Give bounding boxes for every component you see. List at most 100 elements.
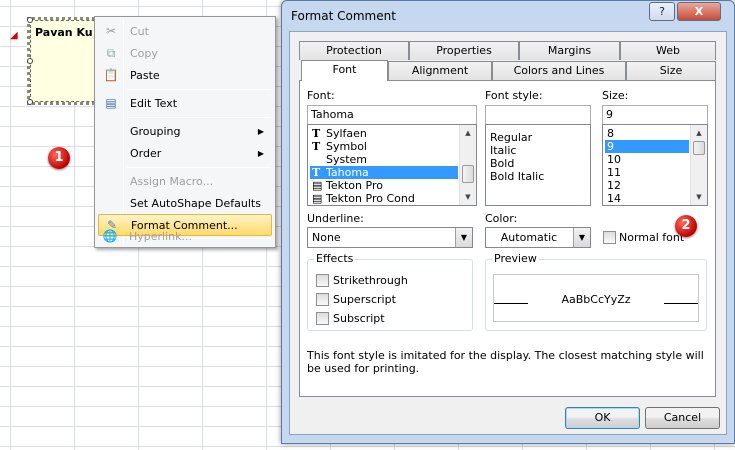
effects-caption: Effects [314, 252, 356, 265]
effects-group: Effects Strikethrough Superscript Subscr… [307, 252, 473, 331]
menu-item-label: Paste [130, 68, 160, 82]
font-list-scrollbar[interactable]: ▲ ▼ [459, 125, 476, 205]
context-menu: ✂ Cut ⧉ Copy 📋 Paste ▤ Edit Text Groupin… [94, 16, 276, 248]
superscript-label: Superscript [333, 293, 396, 306]
resize-handle[interactable] [27, 58, 33, 64]
underline-label: Underline: [307, 212, 364, 225]
submenu-arrow-icon: ▶ [257, 148, 264, 158]
resize-handle[interactable] [27, 99, 33, 105]
printer-font-icon: ▤ [312, 179, 323, 192]
menu-item-label: Set AutoShape Defaults [130, 196, 261, 210]
menu-item-grouping[interactable]: Grouping ▶ [98, 120, 272, 142]
tab-properties[interactable]: Properties [409, 41, 519, 60]
help-button[interactable]: ? [649, 2, 675, 21]
menu-item-paste[interactable]: 📋 Paste [98, 64, 272, 86]
scroll-up-icon[interactable]: ▲ [691, 125, 707, 141]
list-item[interactable]: Bold Italic [488, 170, 588, 183]
menu-item-label: Assign Macro... [130, 174, 214, 188]
menu-item-copy[interactable]: ⧉ Copy [98, 42, 272, 64]
list-item[interactable]: ▤ Tekton Pro [310, 179, 458, 192]
size-input[interactable]: 9 [602, 105, 708, 125]
scroll-thumb[interactable] [462, 165, 474, 183]
truetype-icon: T [312, 166, 321, 179]
tab-font[interactable]: Font [301, 60, 388, 81]
tab-size[interactable]: Size [626, 61, 716, 80]
menu-item-label: Order [130, 146, 162, 160]
dialog-title: Format Comment [291, 9, 396, 23]
step-badge-1: 1 [48, 147, 70, 169]
list-item[interactable]: Regular [488, 131, 588, 144]
list-item[interactable]: 12 [605, 179, 689, 192]
tab-alignment[interactable]: Alignment [388, 61, 492, 80]
hyperlink-icon: 🌐 [102, 229, 118, 243]
tab-colors-and-lines[interactable]: Colors and Lines [492, 61, 626, 80]
ok-button[interactable]: OK [565, 407, 640, 429]
size-list[interactable]: 8 9 10 11 12 14 ▲ ▼ [602, 124, 708, 206]
scroll-down-icon[interactable]: ▼ [691, 189, 707, 205]
list-item[interactable]: Bold [488, 157, 588, 170]
close-button[interactable]: X [677, 2, 721, 21]
step-badge-2: 2 [675, 215, 697, 237]
truetype-icon: T [312, 127, 321, 140]
strikethrough-checkbox[interactable] [316, 274, 329, 287]
list-item[interactable]: ▤ Tekton Pro Cond [310, 192, 458, 205]
color-label: Color: [485, 212, 518, 225]
list-item[interactable]: System [310, 153, 458, 166]
list-item[interactable]: 14 [605, 192, 689, 205]
subscript-checkbox[interactable] [316, 312, 329, 325]
font-name-input[interactable]: Tahoma [307, 105, 477, 125]
size-list-scrollbar[interactable]: ▲ ▼ [690, 125, 707, 205]
scroll-down-icon[interactable]: ▼ [460, 189, 476, 205]
truetype-icon: T [312, 140, 321, 153]
font-tab-panel: Font: Tahoma T Sylfaen T Symbol System T Ta… [299, 80, 716, 397]
edit-text-icon: ▤ [105, 96, 117, 110]
list-item[interactable]: 10 [605, 153, 689, 166]
font-note-text: This font style is imitated for the disp… [307, 349, 704, 375]
menu-item-cut[interactable]: ✂ Cut [98, 20, 272, 42]
menu-item-edit-text[interactable]: ▤ Edit Text [98, 92, 272, 114]
list-item-selected[interactable]: 9 [605, 140, 689, 153]
menu-item-label: Edit Text [130, 96, 178, 110]
menu-item-label: Grouping [130, 124, 181, 138]
scissors-icon: ✂ [105, 24, 117, 38]
normal-font-checkbox[interactable] [603, 231, 616, 244]
scroll-up-icon[interactable]: ▲ [460, 125, 476, 141]
superscript-checkbox[interactable] [316, 293, 329, 306]
tab-margins[interactable]: Margins [519, 41, 620, 60]
font-style-label: Font style: [485, 89, 543, 102]
preview-box: AaBbCcYyZz [493, 274, 699, 322]
color-select[interactable]: Automatic ▼ [485, 227, 591, 248]
menu-item-hyperlink[interactable]: 🌐 Hyperlink... [97, 225, 273, 247]
menu-item-label: Hyperlink... [129, 229, 192, 243]
tab-web[interactable]: Web [620, 41, 716, 60]
tab-protection[interactable]: Protection [299, 41, 409, 60]
strikethrough-label: Strikethrough [333, 274, 408, 287]
menu-item-label: Cut [130, 24, 149, 38]
menu-item-assign-macro[interactable]: Assign Macro... [98, 170, 272, 192]
preview-sample-text: AaBbCcYyZz [561, 293, 631, 306]
list-item[interactable]: T Sylfaen [310, 127, 458, 140]
menu-item-order[interactable]: Order ▶ [98, 142, 272, 164]
comment-indicator-icon: ◢ [10, 30, 18, 41]
list-item-selected[interactable]: T Tahoma [310, 166, 458, 179]
resize-handle[interactable] [27, 17, 33, 23]
paste-icon: 📋 [103, 68, 119, 82]
list-item[interactable]: T Symbol [310, 140, 458, 153]
font-style-list[interactable]: Regular Italic Bold Bold Italic [485, 124, 591, 206]
cancel-button[interactable]: Cancel [645, 407, 720, 429]
menu-item-set-autoshape-defaults[interactable]: Set AutoShape Defaults [98, 192, 272, 214]
chevron-down-icon[interactable]: ▼ [573, 228, 590, 247]
font-list[interactable]: T Sylfaen T Symbol System T Tahoma ▤ Tekton … [307, 124, 477, 206]
list-item[interactable]: 11 [605, 166, 689, 179]
font-style-input[interactable] [485, 105, 591, 125]
preview-caption: Preview [492, 252, 539, 265]
size-label: Size: [602, 89, 629, 102]
scroll-thumb[interactable] [693, 141, 705, 155]
underline-select[interactable]: None ▼ [307, 227, 473, 248]
preview-group: Preview AaBbCcYyZz [485, 252, 707, 331]
list-item[interactable]: Italic [488, 144, 588, 157]
list-item[interactable]: 8 [605, 127, 689, 140]
font-label: Font: [307, 89, 335, 102]
chevron-down-icon[interactable]: ▼ [455, 228, 472, 247]
copy-icon: ⧉ [106, 45, 116, 60]
